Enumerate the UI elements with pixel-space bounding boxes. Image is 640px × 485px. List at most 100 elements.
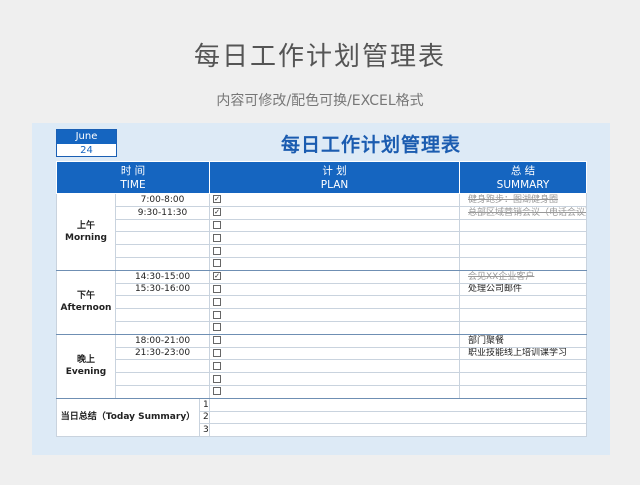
- plan-cell[interactable]: [459, 231, 588, 246]
- checkbox[interactable]: [213, 284, 222, 293]
- plan-cell[interactable]: 总部区域营销会议（电话会议）: [459, 205, 588, 220]
- table-row: [57, 359, 588, 374]
- time-cell[interactable]: [114, 231, 211, 246]
- header-summary: 总 结 SUMMARY: [459, 161, 588, 194]
- plan-cell[interactable]: [459, 295, 588, 310]
- checkbox[interactable]: [213, 374, 222, 383]
- plan-body: 上午 Morning 7:00-8:00 ✓ 健身跑步：图湖健身圈 9:30-11:30 ✓…: [56, 193, 588, 438]
- checkbox-cell: [209, 256, 461, 271]
- header-summary-cn: 总 结: [510, 164, 536, 177]
- checked-checkbox[interactable]: ✓: [213, 208, 222, 217]
- period-label: 上午 Morning: [56, 193, 116, 271]
- checkbox-cell: ✓: [209, 269, 461, 284]
- period-label-en: Afternoon: [60, 303, 112, 314]
- time-cell[interactable]: 14:30-15:00: [114, 269, 211, 284]
- table-row: [57, 320, 588, 335]
- checkbox-cell: [209, 295, 461, 310]
- time-cell[interactable]: 21:30-23:00: [114, 346, 211, 361]
- plan-cell[interactable]: 部门聚餐: [459, 333, 588, 348]
- table-row: 晚上 Evening 18:00-21:00 部门聚餐: [56, 333, 588, 399]
- plan-text: 健身跑步：图湖健身圈: [468, 194, 559, 205]
- plan-cell[interactable]: [459, 384, 588, 399]
- time-cell[interactable]: [114, 359, 211, 374]
- checkbox[interactable]: [213, 310, 222, 319]
- period-label-cn: 上午: [76, 220, 95, 231]
- period-label-en: Morning: [65, 232, 107, 243]
- time-cell[interactable]: [114, 372, 211, 386]
- table-row: [57, 308, 588, 322]
- time-cell[interactable]: [114, 218, 211, 233]
- checkbox-cell: [209, 282, 461, 297]
- time-cell[interactable]: 18:00-21:00: [114, 333, 211, 348]
- plan-cell[interactable]: 健身跑步：图湖健身圈: [459, 193, 588, 207]
- summary-item-cell[interactable]: [209, 397, 588, 412]
- spreadsheet-sheet: June 24 每日工作计划管理表 时 间 TIME 计 划 PLAN 总 结 …: [32, 123, 610, 455]
- plan-text: 总部区域营销会议（电话会议）: [468, 207, 587, 218]
- checkbox[interactable]: [213, 361, 222, 370]
- plan-cell[interactable]: [459, 359, 588, 374]
- time-cell[interactable]: 9:30-11:30: [114, 205, 211, 220]
- checkbox[interactable]: [213, 246, 222, 255]
- summary-item-cell[interactable]: [209, 410, 588, 425]
- checkbox[interactable]: [213, 336, 222, 345]
- plan-cell[interactable]: [459, 320, 588, 335]
- table-row: [57, 295, 588, 310]
- date-box: June 24: [56, 129, 117, 157]
- plan-cell[interactable]: [459, 308, 588, 322]
- today-summary-label: 当日总结（Today Summary）: [56, 397, 200, 438]
- plan-cell[interactable]: 会见XX企业客户: [459, 269, 588, 284]
- header-time: 时 间 TIME: [55, 161, 211, 194]
- time-cell[interactable]: [114, 320, 211, 335]
- time-cell[interactable]: [114, 384, 211, 399]
- period-label: 晚上 Evening: [56, 333, 116, 399]
- plan-cell[interactable]: 处理公司邮件: [459, 282, 588, 297]
- plan-table: 时 间 TIME 计 划 PLAN 总 结 SUMMARY 上午 Morning 7…: [55, 161, 588, 438]
- plan-cell[interactable]: [459, 372, 588, 386]
- time-cell[interactable]: 15:30-16:00: [114, 282, 211, 297]
- time-cell[interactable]: [114, 295, 211, 310]
- table-row: [57, 256, 588, 271]
- checkbox-cell: ✓: [209, 205, 461, 220]
- table-row: [57, 218, 588, 233]
- checkbox-cell: [209, 333, 461, 348]
- header-plan-cn: 计 划: [322, 164, 347, 177]
- checkbox-cell: [209, 372, 461, 386]
- period-label-cn: 晚上: [76, 355, 95, 366]
- header-summary-en: SUMMARY: [496, 178, 550, 191]
- checkbox[interactable]: [213, 259, 222, 268]
- checkbox[interactable]: [213, 220, 222, 229]
- checkbox[interactable]: [213, 348, 222, 357]
- period-label: 下午 Afternoon: [56, 269, 116, 335]
- checkbox-cell: [209, 231, 461, 246]
- checkbox[interactable]: [213, 387, 222, 396]
- checkbox-cell: [209, 359, 461, 374]
- date-month[interactable]: June: [57, 130, 116, 144]
- plan-cell[interactable]: [459, 244, 588, 258]
- time-cell[interactable]: [114, 256, 211, 271]
- time-cell[interactable]: 7:00-8:00: [114, 193, 211, 207]
- checked-checkbox[interactable]: ✓: [213, 195, 222, 204]
- checkbox[interactable]: [213, 233, 222, 242]
- checkbox-cell: [209, 308, 461, 322]
- summary-item-cell[interactable]: [209, 423, 588, 438]
- summary-row: 当日总结（Today Summary） 1: [56, 397, 588, 438]
- time-cell[interactable]: [114, 308, 211, 322]
- checkbox[interactable]: [213, 297, 222, 306]
- summary-item-number: 3: [198, 423, 211, 438]
- plan-text: 会见XX企业客户: [468, 271, 535, 282]
- plan-cell[interactable]: [459, 218, 588, 233]
- header-time-cn: 时 间: [120, 164, 146, 177]
- checkbox[interactable]: [213, 323, 222, 332]
- plan-cell[interactable]: [459, 256, 588, 271]
- table-row: [57, 244, 588, 258]
- date-day[interactable]: 24: [57, 144, 116, 157]
- period-label-cn: 下午: [76, 291, 95, 302]
- table-header-row: 时 间 TIME 计 划 PLAN 总 结 SUMMARY: [55, 161, 588, 194]
- table-row: 15:30-16:00 处理公司邮件: [57, 282, 588, 297]
- checkbox-cell: [209, 244, 461, 258]
- checked-checkbox[interactable]: ✓: [213, 272, 222, 281]
- plan-cell[interactable]: 职业技能线上培训课学习: [459, 346, 588, 361]
- page-subtitle: 内容可修改/配色可换/EXCEL格式: [216, 93, 424, 109]
- plan-text: 职业技能线上培训课学习: [468, 348, 568, 359]
- time-cell[interactable]: [114, 244, 211, 258]
